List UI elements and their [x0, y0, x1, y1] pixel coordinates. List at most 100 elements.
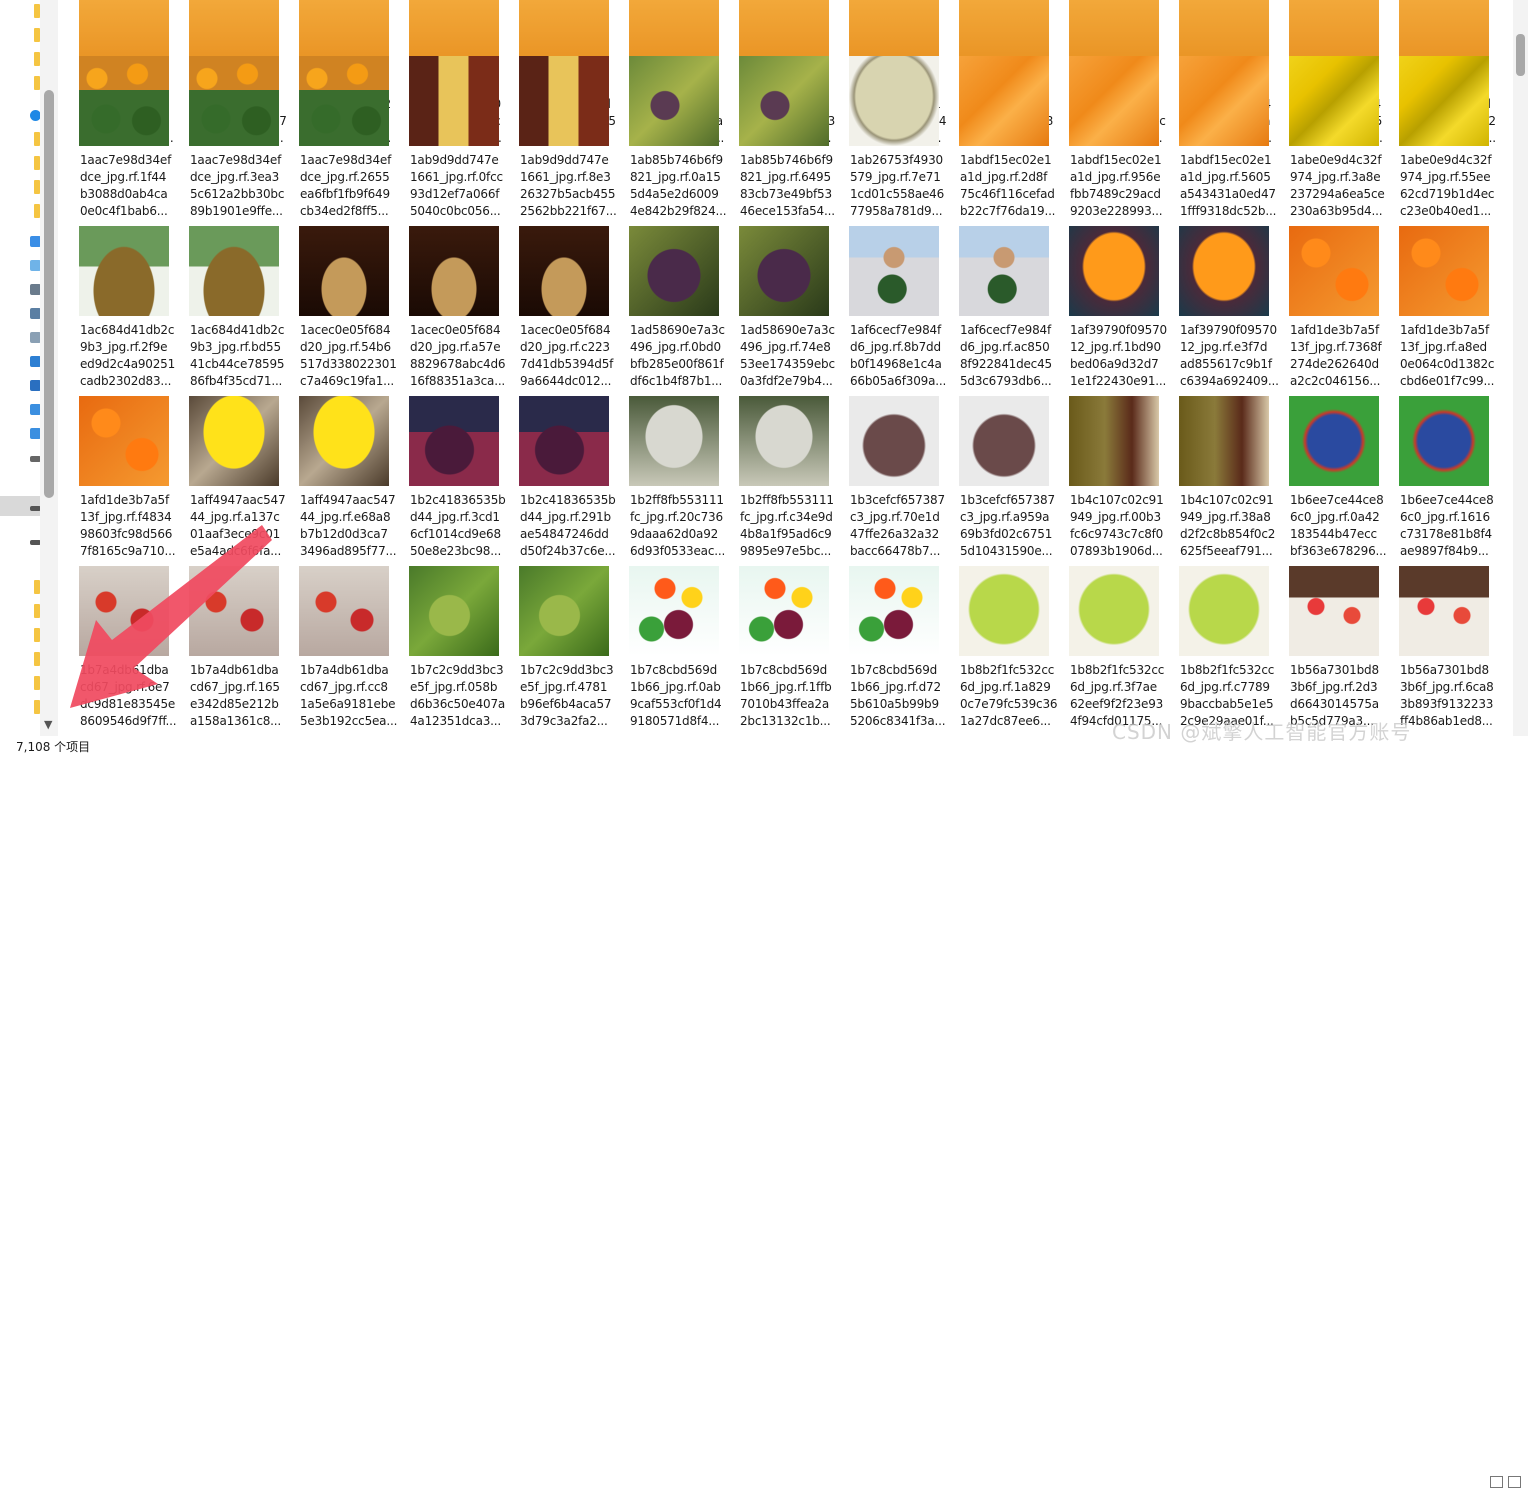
image-thumbnail[interactable] — [739, 396, 829, 486]
file-item[interactable]: 1acec0e05f684 d20_jpg.rf.54b6 517d338022… — [278, 168, 397, 388]
file-item[interactable]: 1b6ee7ce44ce8 6c0_jpg.rf.1616 c73178e81b… — [1378, 338, 1494, 558]
file-item[interactable]: 1b2c41836535b d44_jpg.rf.3cd1 6cf1014cd9… — [388, 338, 506, 558]
file-item[interactable]: 1acec0e05f684 d20_jpg.rf.c223 7d41db5394… — [498, 168, 613, 388]
file-item[interactable]: 1ac684d41db2c 9b3_jpg.rf.bd55 41cb44ce78… — [168, 168, 285, 388]
image-thumbnail[interactable] — [959, 566, 1049, 656]
image-thumbnail[interactable] — [849, 56, 939, 146]
file-item[interactable]: 1ab85b746b6f9 821_jpg.rf.6495 83cb73e49b… — [718, 0, 835, 218]
image-thumbnail[interactable] — [1179, 56, 1269, 146]
scroll-down-icon[interactable]: ▼ — [44, 718, 52, 731]
image-thumbnail[interactable] — [629, 396, 719, 486]
file-item[interactable]: 1acec0e05f684 d20_jpg.rf.a57e 8829678abc… — [388, 168, 506, 388]
image-thumbnail[interactable] — [739, 566, 829, 656]
image-thumbnail[interactable] — [299, 396, 389, 486]
file-item[interactable]: 1b8b2f1fc532cc 6d_jpg.rf.c7789 9baccbab5… — [1158, 508, 1274, 728]
file-item[interactable]: 1abdf15ec02e1 a1d_jpg.rf.956e fbb7489c29… — [1048, 0, 1163, 218]
file-item[interactable]: 1af39790f09570 12_jpg.rf.e3f7d ad855617c… — [1158, 168, 1279, 388]
image-thumbnail[interactable] — [739, 56, 829, 146]
file-item[interactable]: 1b4c107c02c91 949_jpg.rf.00b3 fc6c9743c7… — [1048, 338, 1164, 558]
image-thumbnail[interactable] — [79, 396, 169, 486]
file-item[interactable]: 1b7c8cbd569d 1b66_jpg.rf.1ffb 7010b43ffe… — [718, 508, 832, 728]
image-thumbnail[interactable] — [1179, 566, 1269, 656]
file-item[interactable]: 1ab9d9dd747e 1661_jpg.rf.8e3 26327b5acb4… — [498, 0, 617, 218]
image-thumbnail[interactable] — [189, 56, 279, 146]
file-item[interactable]: 1b7c8cbd569d 1b66_jpg.rf.d72 5b610a5b99b… — [828, 508, 946, 728]
file-item[interactable]: 1b7c2c9dd3bc3 e5f_jpg.rf.058b d6b36c50e4… — [388, 508, 505, 728]
details-view-icon[interactable] — [1490, 1476, 1503, 1488]
file-item[interactable]: 1b3cefcf657387 c3_jpg.rf.a959a 69b3fd02c… — [938, 338, 1055, 558]
image-thumbnail[interactable] — [1399, 566, 1489, 656]
file-item[interactable]: 1abdf15ec02e1 a1d_jpg.rf.5605 a543431a0e… — [1158, 0, 1276, 218]
file-item[interactable]: 1b4c107c02c91 949_jpg.rf.38a8 d2f2c8b854… — [1158, 338, 1275, 558]
image-thumbnail[interactable] — [1289, 566, 1379, 656]
file-item[interactable]: 1aff4947aac547 44_jpg.rf.e68a8 b7b12d0d3… — [278, 338, 397, 558]
content-scrollbar-thumb[interactable] — [1516, 34, 1525, 76]
file-item[interactable]: 1b6ee7ce44ce8 6c0_jpg.rf.0a42 183544b47e… — [1268, 338, 1387, 558]
image-thumbnail[interactable] — [1289, 56, 1379, 146]
file-item[interactable]: 1af6cecf7e984f d6_jpg.rf.8b7dd b0f14968e… — [828, 168, 946, 388]
file-item[interactable]: 1ab85b746b6f9 821_jpg.rf.0a15 5d4a5e2d60… — [608, 0, 727, 218]
file-item[interactable]: 1b8b2f1fc532cc 6d_jpg.rf.1a829 0c7e79fc5… — [938, 508, 1058, 728]
image-thumbnail[interactable] — [739, 226, 829, 316]
file-item[interactable]: 1b7a4db61dba cd67_jpg.rf.6e7 dc9d81e8354… — [58, 508, 177, 728]
file-item[interactable]: 1ab26753f4930 579_jpg.rf.7e71 1cd01c558a… — [828, 0, 944, 218]
image-thumbnail[interactable] — [79, 226, 169, 316]
image-thumbnail[interactable] — [189, 396, 279, 486]
file-item[interactable]: 1b8b2f1fc532cc 6d_jpg.rf.3f7ae 62eef9f2f… — [1048, 508, 1164, 728]
image-thumbnail[interactable] — [299, 226, 389, 316]
file-item[interactable]: 1afd1de3b7a5f 13f_jpg.rf.a8ed 0e064c0d13… — [1378, 168, 1495, 388]
file-item[interactable]: 1aac7e98d34ef dce_jpg.rf.3ea3 5c612a2bb3… — [168, 0, 284, 218]
file-item[interactable]: 1ac684d41db2c 9b3_jpg.rf.2f9e ed9d2c4a90… — [58, 168, 175, 388]
file-item[interactable]: 1b2c41836535b d44_jpg.rf.291b ae54847246… — [498, 338, 616, 558]
file-item[interactable]: 1b7c2c9dd3bc3 e5f_jpg.rf.4781 b96ef6b4ac… — [498, 508, 614, 728]
file-item[interactable]: 1b2ff8fb553111 fc_jpg.rf.c34e9d 4b8a1f95… — [718, 338, 834, 558]
file-item[interactable]: 1aff4947aac547 44_jpg.rf.a137c 01aaf3ece… — [168, 338, 286, 558]
file-item[interactable]: 1abe0e9d4c32f 974_jpg.rf.55ee 62cd719b1d… — [1378, 0, 1494, 218]
image-thumbnail[interactable] — [1179, 226, 1269, 316]
file-item[interactable]: 1ab9d9dd747e 1661_jpg.rf.0fcc 93d12ef7a0… — [388, 0, 503, 218]
image-thumbnail[interactable] — [189, 226, 279, 316]
image-thumbnail[interactable] — [959, 226, 1049, 316]
image-thumbnail[interactable] — [299, 56, 389, 146]
image-thumbnail[interactable] — [189, 566, 279, 656]
image-thumbnail[interactable] — [519, 566, 609, 656]
file-item[interactable]: 1b56a7301bd8 3b6f_jpg.rf.6ca8 3b893f9132… — [1378, 508, 1494, 728]
file-item[interactable]: 1aac7e98d34ef dce_jpg.rf.2655 ea6fbf1fb9… — [278, 0, 391, 218]
file-item[interactable]: 1ad58690e7a3c 496_jpg.rf.0bd0 bfb285e00f… — [608, 168, 725, 388]
image-thumbnail[interactable] — [519, 396, 609, 486]
image-thumbnail[interactable] — [1069, 56, 1159, 146]
image-thumbnail[interactable] — [1399, 56, 1489, 146]
image-thumbnail[interactable] — [1289, 226, 1379, 316]
image-thumbnail[interactable] — [519, 56, 609, 146]
image-thumbnail[interactable] — [629, 56, 719, 146]
image-thumbnail[interactable] — [959, 396, 1049, 486]
image-thumbnail[interactable] — [849, 226, 939, 316]
file-item[interactable]: 1afd1de3b7a5f 13f_jpg.rf.7368f 274de2626… — [1268, 168, 1382, 388]
content-scrollbar[interactable] — [1513, 0, 1528, 736]
file-item[interactable]: 1b7a4db61dba cd67_jpg.rf.165 e342d85e212… — [168, 508, 281, 728]
image-thumbnail[interactable] — [1069, 566, 1159, 656]
image-thumbnail[interactable] — [959, 56, 1049, 146]
nav-scrollbar-thumb[interactable] — [44, 90, 54, 498]
file-item[interactable]: 1b2ff8fb553111 fc_jpg.rf.20c736 9daaa62d… — [608, 338, 725, 558]
file-item[interactable]: 1aac7e98d34ef dce_jpg.rf.1f44 b3088d0ab4… — [58, 0, 171, 218]
image-thumbnail[interactable] — [1069, 226, 1159, 316]
file-item[interactable]: 1b7a4db61dba cd67_jpg.rf.cc8 1a5e6a9181e… — [278, 508, 397, 728]
image-thumbnail[interactable] — [1399, 396, 1489, 486]
file-item[interactable]: 1af39790f09570 12_jpg.rf.1bd90 bed06a9d3… — [1048, 168, 1167, 388]
file-item[interactable]: 1b7c8cbd569d 1b66_jpg.rf.0ab 9caf553cf0f… — [608, 508, 722, 728]
image-thumbnail[interactable] — [409, 226, 499, 316]
image-thumbnail[interactable] — [1069, 396, 1159, 486]
image-thumbnail[interactable] — [519, 226, 609, 316]
image-thumbnail[interactable] — [849, 396, 939, 486]
image-thumbnail[interactable] — [409, 396, 499, 486]
image-thumbnail[interactable] — [849, 566, 939, 656]
image-thumbnail[interactable] — [409, 56, 499, 146]
large-icons-view-icon[interactable] — [1508, 1476, 1521, 1488]
file-item[interactable]: 1b3cefcf657387 c3_jpg.rf.70e1d 47ffe26a3… — [828, 338, 945, 558]
image-thumbnail[interactable] — [1179, 396, 1269, 486]
image-thumbnail[interactable] — [629, 566, 719, 656]
file-item[interactable]: 1af6cecf7e984f d6_jpg.rf.ac850 8f922841d… — [938, 168, 1052, 388]
image-thumbnail[interactable] — [629, 226, 719, 316]
image-thumbnail[interactable] — [79, 566, 169, 656]
